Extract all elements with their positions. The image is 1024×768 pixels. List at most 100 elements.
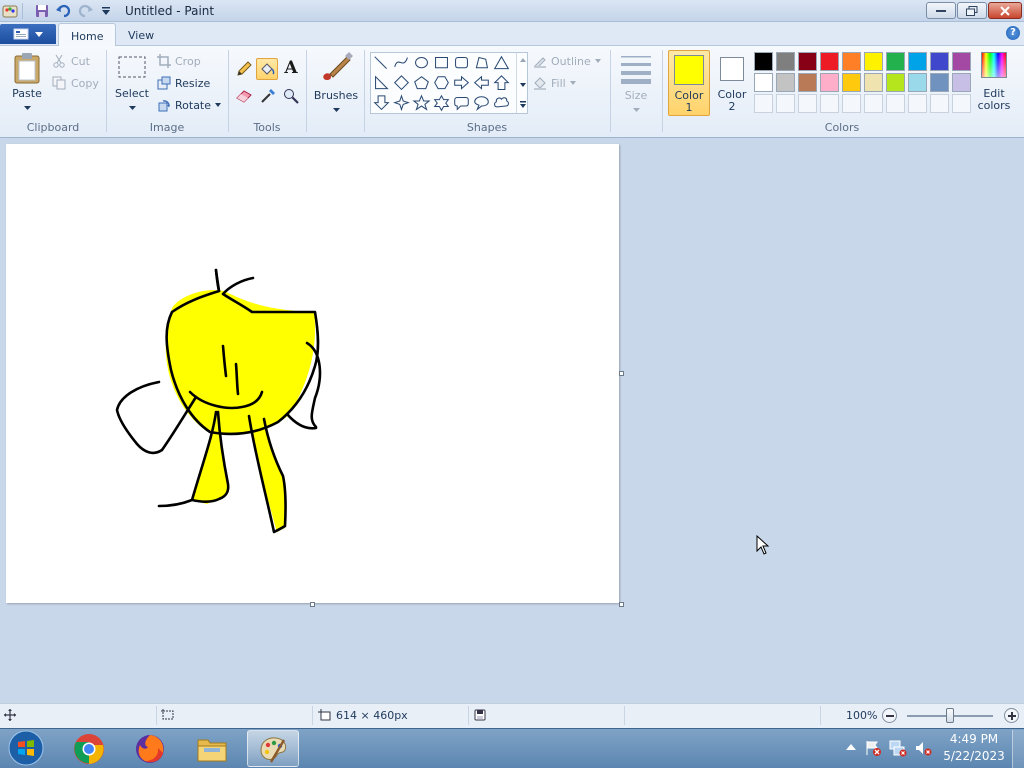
start-button[interactable] xyxy=(6,729,46,767)
network-icon[interactable] xyxy=(889,739,907,760)
palette-custom-slot[interactable] xyxy=(842,94,861,113)
polygon-shape-icon[interactable] xyxy=(475,56,489,69)
palette-swatch[interactable] xyxy=(908,73,927,92)
tab-home[interactable]: Home xyxy=(58,23,117,46)
cut-button[interactable]: Cut xyxy=(52,54,90,68)
taskbar-paint[interactable] xyxy=(247,730,299,767)
up-arrow-shape-icon[interactable] xyxy=(493,75,510,90)
palette-swatch[interactable] xyxy=(886,52,905,71)
resize-handle-corner[interactable] xyxy=(619,602,624,607)
palette-swatch[interactable] xyxy=(820,73,839,92)
four-point-star-shape-icon[interactable] xyxy=(393,94,410,112)
zoom-out-button[interactable] xyxy=(882,708,897,723)
six-point-star-shape-icon[interactable] xyxy=(433,94,450,112)
palette-swatch[interactable] xyxy=(952,73,971,92)
hexagon-shape-icon[interactable] xyxy=(434,76,449,90)
palette-swatch[interactable] xyxy=(952,52,971,71)
pentagon-shape-icon[interactable] xyxy=(414,76,429,90)
action-center-icon[interactable] xyxy=(864,739,882,760)
show-hidden-icons-button[interactable] xyxy=(846,741,856,754)
palette-swatch[interactable] xyxy=(776,52,795,71)
copy-button[interactable]: Copy xyxy=(52,76,99,90)
volume-muted-icon[interactable] xyxy=(914,739,932,760)
crop-button[interactable]: Crop xyxy=(157,54,201,68)
resize-button[interactable]: Resize xyxy=(157,76,210,90)
oval-callout-shape-icon[interactable] xyxy=(474,96,489,112)
maximize-button[interactable] xyxy=(957,2,987,19)
paint-menu-button[interactable] xyxy=(0,24,56,44)
color1-button[interactable]: Color 1 xyxy=(668,50,710,116)
help-icon[interactable]: ? xyxy=(1006,26,1020,40)
down-arrow-shape-icon[interactable] xyxy=(373,95,390,111)
palette-swatch[interactable] xyxy=(842,73,861,92)
taskbar-explorer[interactable] xyxy=(186,730,238,767)
minimize-button[interactable] xyxy=(926,2,956,19)
outline-button[interactable]: Outline xyxy=(533,54,601,68)
color2-button[interactable]: Color 2 xyxy=(712,50,752,116)
line-shape-icon[interactable] xyxy=(374,56,387,69)
rectangle-shape-icon[interactable] xyxy=(435,57,448,69)
curve-shape-icon[interactable] xyxy=(394,57,408,68)
rounded-rectangle-shape-icon[interactable] xyxy=(455,57,468,69)
show-desktop-button[interactable] xyxy=(1012,730,1024,768)
brushes-button[interactable]: Brushes xyxy=(312,52,360,114)
palette-custom-slot[interactable] xyxy=(930,94,949,113)
palette-custom-slot[interactable] xyxy=(820,94,839,113)
diamond-shape-icon[interactable] xyxy=(393,75,410,91)
eraser-tool[interactable] xyxy=(234,86,254,106)
resize-handle-right[interactable] xyxy=(619,371,624,376)
size-button[interactable]: Size xyxy=(616,52,656,114)
text-tool[interactable]: A xyxy=(281,58,301,78)
taskbar-clock[interactable]: 4:49 PM 5/22/2023 xyxy=(940,731,1008,765)
drawing-canvas[interactable] xyxy=(6,144,619,603)
fill-button[interactable]: Fill xyxy=(533,76,576,90)
palette-swatch[interactable] xyxy=(930,73,949,92)
rotate-button[interactable]: Rotate xyxy=(157,98,222,112)
palette-swatch[interactable] xyxy=(754,73,773,92)
palette-swatch[interactable] xyxy=(798,73,817,92)
paint-app-icon[interactable] xyxy=(2,3,18,19)
triangle-shape-icon[interactable] xyxy=(493,55,510,70)
right-arrow-shape-icon[interactable] xyxy=(454,75,470,90)
palette-custom-slot[interactable] xyxy=(776,94,795,113)
palette-custom-slot[interactable] xyxy=(952,94,971,113)
palette-custom-slot[interactable] xyxy=(864,94,883,113)
tab-view[interactable]: View xyxy=(116,23,166,46)
magnifier-tool[interactable] xyxy=(281,86,301,106)
oval-shape-icon[interactable] xyxy=(415,57,428,69)
palette-swatch[interactable] xyxy=(754,52,773,71)
rounded-callout-shape-icon[interactable] xyxy=(454,97,469,111)
cloud-callout-shape-icon[interactable] xyxy=(494,97,509,108)
five-point-star-shape-icon[interactable] xyxy=(412,94,431,111)
palette-swatch[interactable] xyxy=(798,52,817,71)
palette-custom-slot[interactable] xyxy=(754,94,773,113)
palette-swatch[interactable] xyxy=(842,52,861,71)
select-button[interactable]: Select xyxy=(113,52,151,114)
zoom-slider-thumb[interactable] xyxy=(946,708,954,723)
palette-custom-slot[interactable] xyxy=(908,94,927,113)
zoom-slider-track[interactable] xyxy=(907,708,993,723)
close-button[interactable] xyxy=(988,2,1022,19)
zoom-in-button[interactable] xyxy=(1004,708,1019,723)
taskbar-chrome[interactable] xyxy=(63,730,115,767)
edit-colors-button[interactable]: Edit colors xyxy=(976,52,1012,116)
palette-swatch[interactable] xyxy=(820,52,839,71)
palette-swatch[interactable] xyxy=(864,52,883,71)
shapes-scrollbar[interactable] xyxy=(516,53,528,113)
resize-handle-bottom[interactable] xyxy=(310,602,315,607)
palette-swatch[interactable] xyxy=(908,52,927,71)
palette-custom-slot[interactable] xyxy=(798,94,817,113)
fill-tool[interactable] xyxy=(256,58,278,80)
undo-icon[interactable] xyxy=(55,3,71,19)
palette-swatch[interactable] xyxy=(930,52,949,71)
redo-icon[interactable] xyxy=(78,3,94,19)
taskbar-firefox[interactable] xyxy=(124,730,176,767)
palette-swatch[interactable] xyxy=(886,73,905,92)
palette-swatch[interactable] xyxy=(864,73,883,92)
color-picker-tool[interactable] xyxy=(258,86,278,106)
left-arrow-shape-icon[interactable] xyxy=(473,75,489,90)
customize-toolbar-icon[interactable] xyxy=(98,3,114,19)
palette-swatch[interactable] xyxy=(776,73,795,92)
right-triangle-shape-icon[interactable] xyxy=(375,75,389,90)
pencil-tool[interactable] xyxy=(234,59,254,79)
